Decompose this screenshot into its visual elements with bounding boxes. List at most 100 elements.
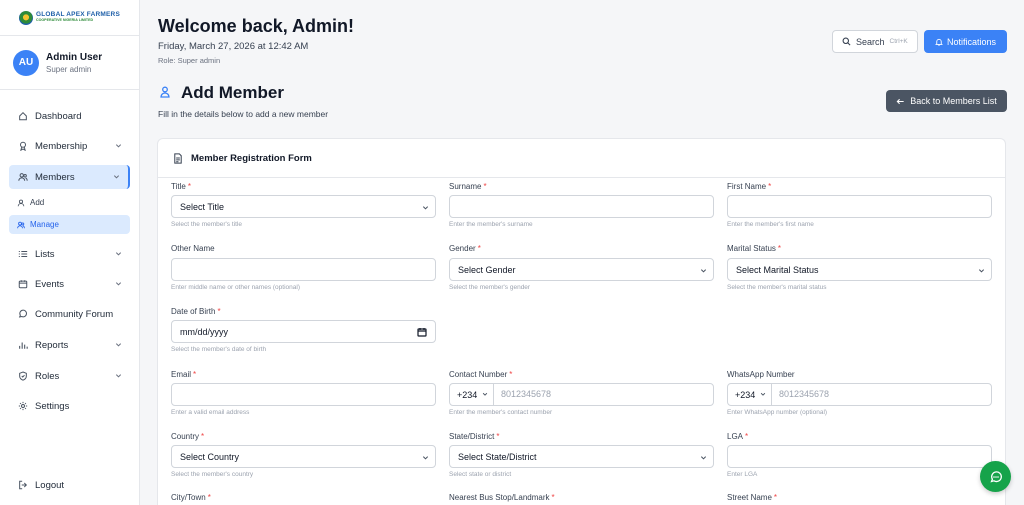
main-content: Welcome back, Admin! Friday, March 27, 2… — [140, 0, 1024, 505]
chevron-down-icon — [422, 456, 429, 460]
sidebar: GLOBAL APEX FARMERS COOPERATIVE NIGERIA … — [0, 0, 140, 505]
marital-status-hint: Select the member's marital status — [727, 284, 827, 291]
sidebar-item-label: Dashboard — [35, 110, 82, 122]
sidebar-item-membership[interactable]: Membership — [9, 134, 130, 158]
required-mark: * — [773, 493, 778, 502]
sidebar-subitem-manage[interactable]: Manage — [9, 215, 130, 234]
sidebar-item-roles[interactable]: Roles — [9, 364, 130, 388]
other-name-label: Other Name — [171, 244, 215, 253]
whatsapp-number-field: +234 8012345678 — [727, 383, 992, 406]
search-icon — [842, 37, 851, 46]
gender-select[interactable]: Select Gender — [449, 258, 714, 281]
sidebar-item-reports[interactable]: Reports — [9, 333, 130, 357]
users-icon — [18, 173, 28, 181]
brand-logo[interactable]: GLOBAL APEX FARMERS COOPERATIVE NIGERIA … — [0, 0, 139, 36]
title-select[interactable]: Select Title — [171, 195, 436, 218]
sidebar-item-events[interactable]: Events — [9, 272, 130, 296]
other-name-input[interactable] — [171, 258, 436, 281]
chevron-down-icon — [760, 392, 766, 396]
back-button-label: Back to Members List — [910, 96, 997, 106]
users-icon — [17, 221, 25, 228]
chevron-down-icon — [700, 456, 707, 460]
user-name: Admin User — [46, 51, 103, 63]
sidebar-item-logout[interactable]: Logout — [9, 473, 130, 497]
sidebar-item-community-forum[interactable]: Community Forum — [9, 302, 130, 326]
search-button[interactable]: Search Ctrl+K — [832, 30, 918, 53]
current-datetime: Friday, March 27, 2026 at 12:42 AM — [158, 41, 309, 52]
country-hint: Select the member's country — [171, 471, 254, 478]
logo-emblem-icon — [19, 10, 33, 25]
title-select-value: Select Title — [180, 201, 225, 212]
country-code-value: +234 — [457, 389, 478, 400]
required-mark: * — [768, 182, 772, 191]
required-mark: * — [201, 432, 205, 441]
sidebar-item-label: Logout — [35, 479, 65, 491]
chevron-down-icon — [115, 144, 122, 148]
title-hint: Select the member's title — [171, 221, 242, 228]
required-mark: * — [496, 432, 500, 441]
contact-number-input[interactable]: 8012345678 — [501, 389, 551, 399]
surname-label: Surname * — [449, 182, 487, 191]
chevron-down-icon — [978, 269, 985, 273]
whatsapp-number-hint: Enter WhatsApp number (optional) — [727, 409, 828, 416]
sidebar-item-settings[interactable]: Settings — [9, 394, 130, 418]
user-role: Super admin — [46, 64, 92, 74]
user-profile: AU Admin User Super admin — [0, 36, 139, 90]
first-name-hint: Enter the member's first name — [727, 221, 814, 228]
country-code-select[interactable]: +234 — [450, 384, 494, 405]
chevron-down-icon — [700, 269, 707, 273]
sidebar-item-dashboard[interactable]: Dashboard — [9, 104, 130, 128]
notifications-button[interactable]: Notifications — [924, 30, 1007, 53]
user-icon — [160, 86, 170, 98]
arrow-left-icon — [896, 98, 904, 104]
country-select[interactable]: Select Country — [171, 445, 436, 468]
email-label: Email * — [171, 370, 197, 379]
dob-label: Date of Birth * — [171, 307, 221, 316]
lga-label: LGA * — [727, 432, 749, 441]
sidebar-item-label: Settings — [35, 400, 70, 412]
chevron-down-icon — [422, 206, 429, 210]
required-mark: * — [745, 432, 749, 441]
whatsapp-number-input[interactable]: 8012345678 — [779, 389, 829, 399]
document-icon — [174, 152, 182, 164]
lga-hint: Enter LGA — [727, 471, 758, 478]
marital-status-value: Select Marital Status — [736, 264, 819, 275]
first-name-label: First Name * — [727, 182, 772, 191]
lga-input[interactable] — [727, 445, 992, 468]
required-mark: * — [483, 182, 487, 191]
marital-status-label: Marital Status * — [727, 244, 782, 253]
email-input[interactable] — [171, 383, 436, 406]
state-select[interactable]: Select State/District — [449, 445, 714, 468]
first-name-input[interactable] — [727, 195, 992, 218]
state-hint: Select state or district — [449, 471, 512, 478]
gender-hint: Select the member's gender — [449, 284, 531, 291]
contact-number-field: +234 8012345678 — [449, 383, 714, 406]
sidebar-item-lists[interactable]: Lists — [9, 242, 130, 266]
avatar: AU — [13, 49, 39, 76]
surname-input[interactable] — [449, 195, 714, 218]
back-to-members-button[interactable]: Back to Members List — [886, 90, 1007, 112]
calendar-icon — [417, 328, 427, 337]
whatsapp-country-code-select[interactable]: +234 — [728, 384, 772, 405]
gender-label: Gender * — [449, 244, 481, 253]
country-label: Country * — [171, 432, 205, 441]
dob-input[interactable]: mm/dd/yyyy — [171, 320, 436, 343]
chevron-down-icon — [482, 392, 488, 396]
page-title: Add Member — [181, 83, 284, 102]
sidebar-item-label: Events — [35, 278, 65, 290]
chevron-down-icon — [115, 282, 122, 286]
sidebar-subitem-add[interactable]: Add — [9, 193, 130, 212]
user-icon — [17, 199, 25, 206]
city-label: City/Town * — [171, 493, 211, 502]
required-mark: * — [187, 182, 191, 191]
welcome-heading: Welcome back, Admin! — [158, 16, 355, 36]
chat-fab-button[interactable] — [980, 461, 1011, 492]
brand-subname: COOPERATIVE NIGERIA LIMITED — [36, 18, 94, 23]
whatsapp-number-label: WhatsApp Number — [727, 370, 795, 379]
marital-status-select[interactable]: Select Marital Status — [727, 258, 992, 281]
sidebar-item-members[interactable]: Members — [9, 165, 130, 189]
home-icon — [19, 111, 27, 121]
bar-chart-icon — [19, 342, 28, 349]
contact-number-hint: Enter the member's contact number — [449, 409, 553, 416]
logout-icon — [19, 480, 28, 490]
